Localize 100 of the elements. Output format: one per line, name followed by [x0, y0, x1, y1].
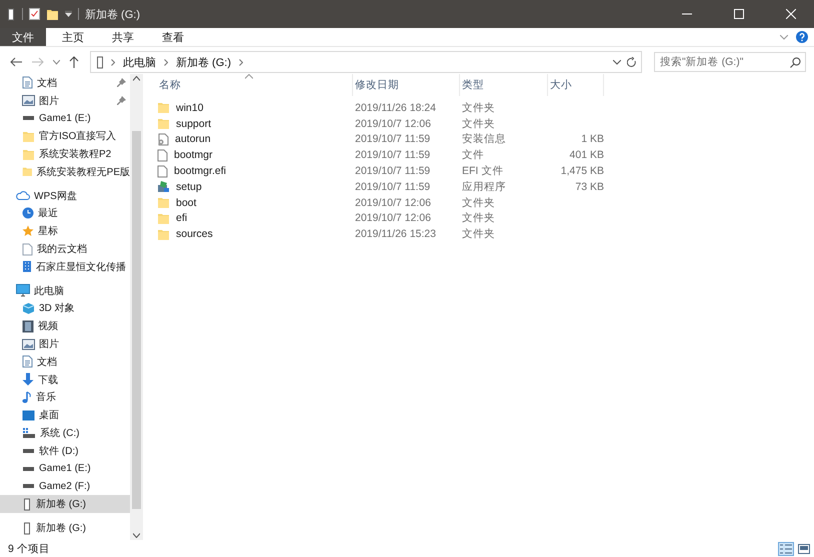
table-cell-text: 1,475 KB — [560, 165, 604, 178]
dropdown-icon[interactable] — [65, 11, 72, 17]
chevron-right-icon — [164, 58, 168, 66]
file-name[interactable]: bootmgr.efi — [172, 165, 226, 178]
search-field[interactable]: 搜索"新加卷 (G:)" — [654, 52, 806, 72]
sidebar-item[interactable]: 视频 — [0, 317, 130, 336]
file-name[interactable]: boot — [174, 196, 196, 209]
file-icon — [157, 164, 168, 178]
chevron-down-icon[interactable] — [613, 60, 621, 64]
usb-drive-icon — [22, 498, 32, 511]
drive-icon — [6, 8, 16, 20]
sidebar-item[interactable]: 软件 (D:) — [0, 442, 130, 460]
sidebar-item[interactable]: 最近 — [0, 204, 130, 222]
settings-file-icon — [157, 132, 169, 146]
sidebar-item[interactable]: 图片 — [0, 335, 130, 353]
drive-icon — [23, 116, 34, 120]
sidebar-item[interactable]: Game1 (E:) — [0, 110, 130, 128]
download-arrow-icon — [22, 373, 34, 386]
table-cell-text: 2019/10/7 12:06 — [354, 212, 432, 224]
item-count: 9 个项目 — [8, 542, 50, 556]
file-name[interactable]: bootmgr — [172, 149, 213, 162]
chevron-down-icon — [52, 60, 60, 64]
column-header[interactable]: 大小 — [548, 74, 604, 96]
table-cell-text: 应用程序 — [461, 180, 507, 194]
sidebar-item[interactable]: 星标 — [0, 222, 130, 240]
scroll-down-icon[interactable] — [133, 533, 140, 538]
folder-icon — [157, 117, 170, 130]
table-cell-text: 文件夹 — [461, 227, 496, 242]
chevron-right-icon — [111, 58, 115, 66]
file-name[interactable]: efi — [174, 212, 188, 224]
ribbon-tab[interactable]: 文件 — [0, 28, 46, 46]
folder-icon — [46, 8, 59, 20]
sidebar-item[interactable]: 图片 — [0, 92, 130, 110]
sidebar-item[interactable]: WPS网盘 — [0, 186, 130, 205]
table-cell-text: 73 KB — [574, 180, 604, 193]
file-name[interactable]: sources — [174, 228, 213, 240]
folder-icon — [157, 196, 170, 210]
sidebar-item[interactable]: 系统安装教程P2 — [0, 145, 130, 163]
sidebar-item[interactable]: 音乐 — [0, 388, 130, 406]
scrollbar[interactable] — [130, 74, 143, 540]
breadcrumb[interactable]: 新加卷 (G:) — [174, 54, 233, 70]
breadcrumb[interactable]: 此电脑 — [121, 54, 158, 70]
file-name[interactable]: win10 — [174, 102, 204, 114]
table-cell-text: 2019/10/7 11:59 — [354, 165, 432, 178]
document-icon — [22, 355, 33, 368]
sidebar-item[interactable]: 系统安装教程无PE版 — [0, 162, 130, 181]
column-header[interactable]: 类型 — [460, 74, 548, 96]
sidebar-item[interactable]: 石家庄显恒文化传播 — [0, 258, 130, 276]
sidebar-item[interactable]: 官方ISO直接写入 — [0, 127, 130, 146]
sidebar-item[interactable]: Game2 (F:) — [0, 478, 130, 496]
sidebar-item[interactable]: 文档 — [0, 74, 130, 92]
sort-ascending-icon — [245, 74, 253, 79]
column-header[interactable]: 修改日期 — [353, 74, 460, 96]
file-name[interactable]: support — [174, 118, 212, 130]
cube-icon — [22, 302, 35, 315]
building-icon — [22, 260, 32, 274]
details-view-button[interactable] — [778, 542, 794, 556]
address-bar[interactable]: 此电脑 新加卷 (G:) — [90, 51, 642, 73]
drive-icon — [95, 56, 105, 68]
table-cell-text: 2019/11/26 15:23 — [354, 228, 437, 240]
help-icon[interactable] — [796, 31, 808, 43]
checklist-icon[interactable] — [29, 8, 40, 20]
clock-icon — [22, 207, 34, 220]
table-cell-text: 2019/10/7 11:59 — [354, 133, 432, 146]
picture-icon — [22, 95, 35, 106]
table-cell-text: 文件夹 — [461, 211, 496, 226]
sidebar-item[interactable]: 我的云文档 — [0, 240, 130, 258]
column-header[interactable]: 名称 — [157, 74, 353, 96]
file-name[interactable]: autorun — [173, 133, 211, 146]
table-cell-text: 文件夹 — [461, 116, 496, 131]
table-cell-text: 文件夹 — [461, 196, 496, 210]
table-cell-text: 文件 — [461, 148, 485, 162]
star-icon — [22, 225, 34, 238]
drive-icon — [23, 484, 34, 488]
sidebar-item[interactable]: 新加卷 (G:) — [0, 495, 130, 514]
scroll-up-icon[interactable] — [133, 76, 140, 81]
installer-icon — [157, 180, 170, 194]
sidebar-item[interactable]: 新加卷 (G:) — [0, 519, 130, 537]
table-cell-text: 文件夹 — [461, 100, 496, 115]
system-drive-icon — [22, 426, 36, 440]
music-note-icon — [22, 390, 32, 404]
close-icon — [786, 9, 796, 19]
folder-icon — [22, 165, 33, 178]
sidebar-item[interactable]: 3D 对象 — [0, 300, 130, 318]
document-icon — [22, 76, 33, 90]
file-name[interactable]: setup — [174, 180, 202, 193]
refresh-icon[interactable] — [627, 56, 637, 68]
sidebar-item[interactable]: 此电脑 — [0, 282, 130, 300]
sidebar-item[interactable]: 系统 (C:) — [0, 424, 130, 442]
picture-icon — [22, 338, 35, 350]
chevron-right-icon — [239, 58, 243, 66]
sidebar-item[interactable]: 下载 — [0, 370, 130, 389]
film-icon — [22, 320, 34, 333]
sidebar-item[interactable]: Game1 (E:) — [0, 460, 130, 478]
table-cell-text: 2019/10/7 11:59 — [354, 149, 432, 162]
cloud-icon — [16, 190, 30, 202]
sidebar-item[interactable]: 桌面 — [0, 406, 130, 424]
sidebar-item[interactable]: 文档 — [0, 352, 130, 371]
file-icon — [157, 148, 168, 162]
large-icons-view-button[interactable] — [796, 542, 812, 556]
